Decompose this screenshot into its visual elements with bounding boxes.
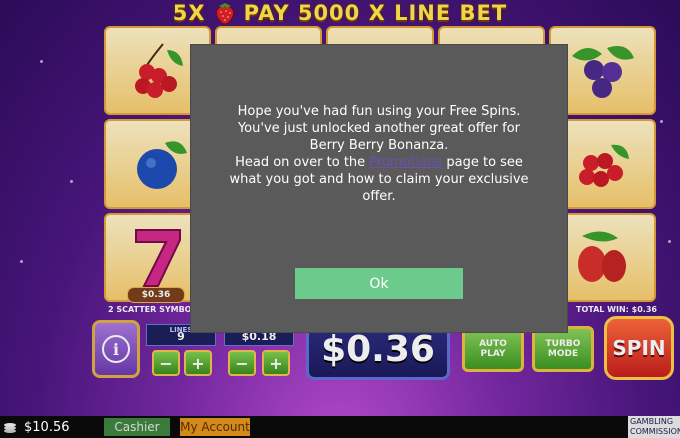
coins-icon (4, 423, 16, 433)
free-spins-modal: Hope you've had fun using your Free Spin… (191, 45, 567, 332)
ok-button[interactable]: Ok (295, 268, 463, 299)
modal-message: Hope you've had fun using your Free Spin… (207, 103, 551, 205)
modal-text-segment: page to see (442, 155, 523, 170)
modal-line: offer. (362, 189, 396, 204)
cashier-button[interactable]: Cashier (104, 418, 170, 436)
game-area: 5X PAY 5000 X LINE BET $0.36 2 SCATTER S… (0, 0, 680, 416)
gambling-commission-logo[interactable]: GAMBLING COMMISSION (628, 416, 680, 438)
balance-value: $10.56 (24, 419, 70, 435)
modal-line: Head on over to the Promotions page to s… (207, 154, 551, 171)
modal-line: Hope you've had fun using your Free Spin… (237, 104, 521, 119)
modal-line: what you got and how to claim your exclu… (229, 172, 529, 187)
modal-text-segment: Head on over to the (235, 155, 370, 170)
bottom-bar: $10.56 Cashier My Account GAMBLING COMMI… (0, 416, 680, 438)
promotions-link[interactable]: Promotions (369, 155, 442, 170)
modal-line: You've just unlocked another great offer… (237, 121, 521, 136)
modal-line: Berry Berry Bonanza. (309, 138, 449, 153)
balance-display: $10.56 (0, 420, 104, 435)
my-account-button[interactable]: My Account (180, 418, 250, 436)
